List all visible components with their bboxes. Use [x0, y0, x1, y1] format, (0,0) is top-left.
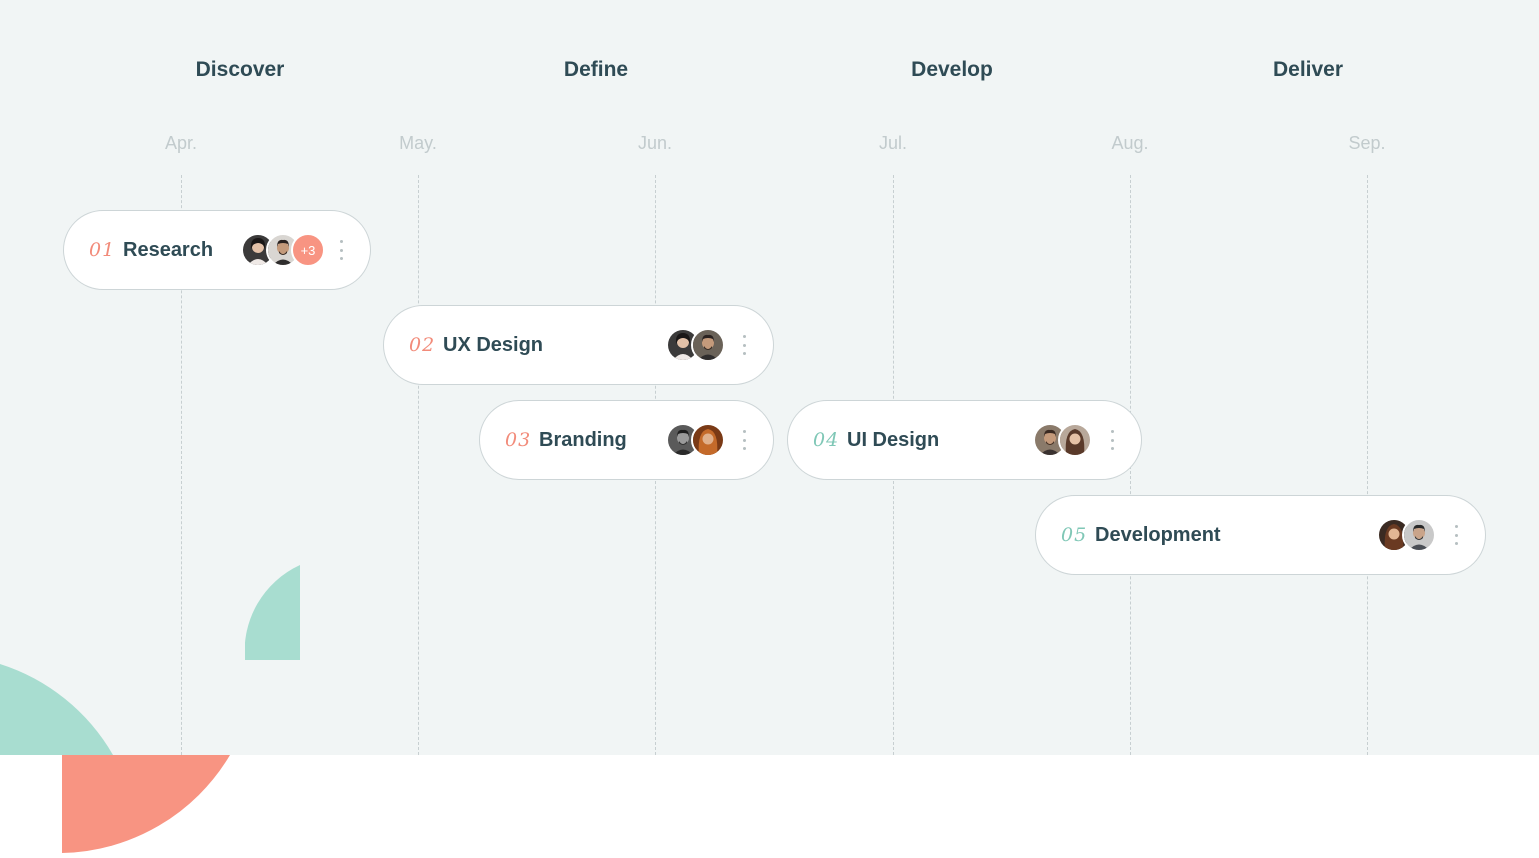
assignee-avatars[interactable] — [666, 328, 725, 362]
task-bar-development[interactable]: 05 Development — [1035, 495, 1486, 575]
month-jun: Jun. — [637, 133, 673, 153]
more-assignees-badge: +3 — [291, 233, 325, 267]
phase-deliver: Deliver — [1272, 58, 1344, 81]
avatar — [1402, 518, 1436, 552]
task-bar-research[interactable]: 01 Research +3 — [63, 210, 371, 290]
assignee-avatars[interactable] — [1033, 423, 1092, 457]
phase-develop: Develop — [911, 58, 993, 81]
task-number: 01 — [89, 239, 116, 261]
month-jul: Jul. — [878, 133, 908, 153]
more-options-icon[interactable] — [1451, 525, 1461, 545]
task-label: Development — [1095, 523, 1221, 546]
phase-define: Define — [563, 58, 629, 81]
task-label: Branding — [539, 428, 627, 451]
more-options-icon[interactable] — [739, 335, 749, 355]
task-number: 03 — [505, 429, 532, 451]
more-options-icon[interactable] — [1107, 430, 1117, 450]
month-apr: Apr. — [164, 133, 198, 153]
month-aug: Aug. — [1111, 133, 1149, 153]
task-number: 02 — [409, 334, 436, 356]
mint-arc-shape — [0, 664, 113, 755]
assignee-avatars[interactable] — [1377, 518, 1436, 552]
task-label: Research — [123, 238, 214, 261]
month-may: May. — [399, 133, 437, 153]
timeline-board: Discover Define Develop Deliver Apr. May… — [0, 0, 1539, 755]
task-label: UI Design — [847, 428, 940, 451]
avatar — [1058, 423, 1092, 457]
avatar — [691, 328, 725, 362]
task-bar-branding[interactable]: 03 Branding — [479, 400, 774, 480]
task-bar-ui-design[interactable]: 04 UI Design — [787, 400, 1142, 480]
phase-discover: Discover — [195, 58, 285, 81]
more-options-icon[interactable] — [739, 430, 749, 450]
assignee-avatars[interactable] — [666, 423, 725, 457]
avatar — [691, 423, 725, 457]
task-number: 05 — [1061, 524, 1088, 546]
mint-quarter-shape — [245, 565, 300, 660]
coral-quarter-shape — [62, 755, 230, 853]
more-options-icon[interactable] — [336, 240, 346, 260]
task-number: 04 — [813, 429, 840, 451]
task-bar-ux-design[interactable]: 02 UX Design — [383, 305, 774, 385]
gridline-sep — [1367, 175, 1368, 755]
month-sep: Sep. — [1348, 133, 1386, 153]
assignee-avatars[interactable]: +3 — [241, 233, 325, 267]
gridline-may — [418, 175, 419, 755]
task-label: UX Design — [443, 333, 544, 356]
